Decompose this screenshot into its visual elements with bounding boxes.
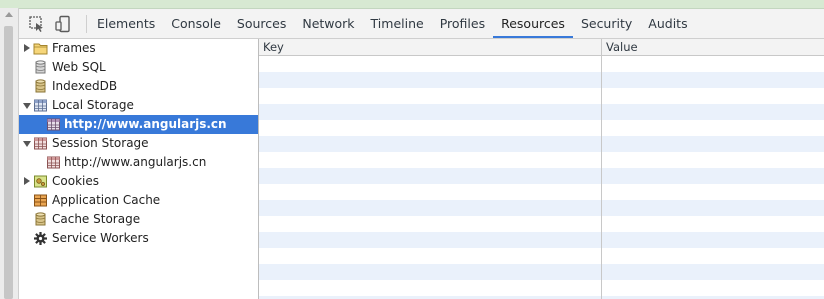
column-divider[interactable] <box>601 39 602 299</box>
tree-item-label: Cookies <box>52 174 99 188</box>
device-mode-icon[interactable] <box>54 15 72 33</box>
tree-item-session-storage-angularjs[interactable]: http://www.angularjs.cn <box>19 153 258 172</box>
storage-data-grid[interactable]: Key Value <box>259 39 824 299</box>
tab-elements[interactable]: Elements <box>89 9 163 38</box>
inspect-element-icon[interactable] <box>28 15 46 33</box>
toolbar-separator <box>86 15 87 33</box>
folder-icon <box>33 41 48 56</box>
tab-network[interactable]: Network <box>294 9 362 38</box>
storage-table-icon <box>33 136 48 151</box>
tree-item-frames[interactable]: Frames <box>19 39 258 58</box>
grid-header: Key Value <box>259 39 824 56</box>
tab-resources[interactable]: Resources <box>493 9 573 38</box>
resources-sidebar: Frames Web SQL IndexedDB Local Storage h… <box>19 39 259 299</box>
collapse-arrow-icon[interactable] <box>23 103 31 109</box>
database-icon <box>33 212 48 227</box>
gear-icon <box>33 231 48 246</box>
storage-table-icon <box>46 117 61 132</box>
collapse-arrow-icon[interactable] <box>23 141 31 147</box>
tree-item-web-sql[interactable]: Web SQL <box>19 58 258 77</box>
scrollbar-thumb[interactable] <box>4 26 13 299</box>
devtools-window: Elements Console Sources Network Timelin… <box>0 0 824 299</box>
grid-body[interactable] <box>259 56 824 299</box>
tree-item-cookies[interactable]: Cookies <box>19 172 258 191</box>
tree-item-local-storage[interactable]: Local Storage <box>19 96 258 115</box>
tab-sources[interactable]: Sources <box>229 9 294 38</box>
tree-item-label: http://www.angularjs.cn <box>64 155 207 169</box>
tree-item-label: Cache Storage <box>52 212 141 226</box>
tree-item-application-cache[interactable]: Application Cache <box>19 191 258 210</box>
column-header-value[interactable]: Value <box>602 39 824 55</box>
panel-tabs: Elements Console Sources Network Timelin… <box>89 9 696 38</box>
tree-item-label: Frames <box>52 41 96 55</box>
devtools-toolbar: Elements Console Sources Network Timelin… <box>19 9 824 39</box>
database-icon <box>33 60 48 75</box>
tab-security[interactable]: Security <box>573 9 640 38</box>
cookie-icon <box>33 174 48 189</box>
tree-item-local-storage-angularjs[interactable]: http://www.angularjs.cn <box>19 115 258 134</box>
tree-item-label: Service Workers <box>52 231 149 245</box>
column-header-key[interactable]: Key <box>259 39 601 55</box>
storage-table-icon <box>46 155 61 170</box>
tree-item-label: Session Storage <box>52 136 149 150</box>
left-scrollbar[interactable] <box>0 8 19 299</box>
tree-item-label: http://www.angularjs.cn <box>64 117 227 131</box>
tab-console[interactable]: Console <box>163 9 229 38</box>
tab-profiles[interactable]: Profiles <box>432 9 493 38</box>
tree-item-service-workers[interactable]: Service Workers <box>19 229 258 248</box>
application-cache-icon <box>33 193 48 208</box>
database-icon <box>33 79 48 94</box>
expand-arrow-icon[interactable] <box>24 177 30 185</box>
tree-item-label: Local Storage <box>52 98 134 112</box>
tab-audits[interactable]: Audits <box>640 9 695 38</box>
tree-item-indexeddb[interactable]: IndexedDB <box>19 77 258 96</box>
tree-item-cache-storage[interactable]: Cache Storage <box>19 210 258 229</box>
tree-item-session-storage[interactable]: Session Storage <box>19 134 258 153</box>
scroll-up-arrow-icon[interactable] <box>5 12 13 17</box>
tree-item-label: Application Cache <box>52 193 161 207</box>
storage-table-icon <box>33 98 48 113</box>
tab-timeline[interactable]: Timeline <box>363 9 432 38</box>
window-top-edge <box>0 0 824 9</box>
expand-arrow-icon[interactable] <box>24 44 30 52</box>
tree-item-label: Web SQL <box>52 60 106 74</box>
tree-item-label: IndexedDB <box>52 79 118 93</box>
